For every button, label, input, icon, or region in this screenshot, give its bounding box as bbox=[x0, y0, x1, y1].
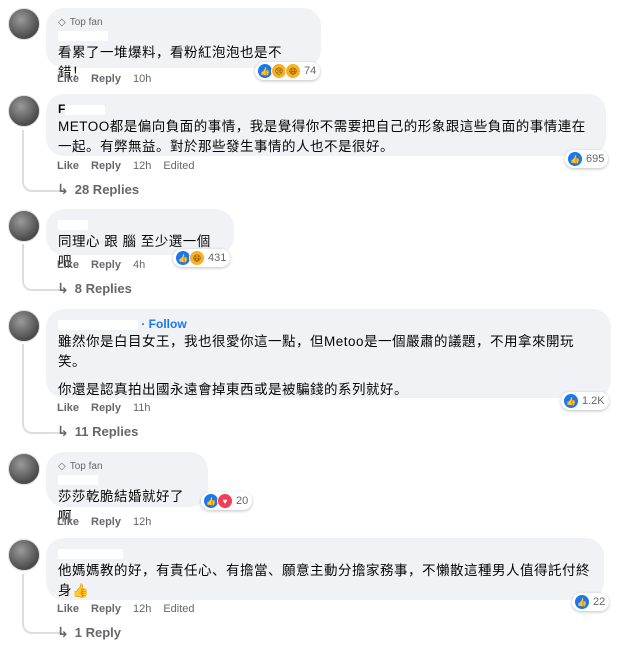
comment-bubble: ◇ Top fan 莎莎乾脆結婚就好了啊 bbox=[46, 452, 208, 524]
avatar[interactable] bbox=[8, 95, 40, 127]
replies-label: 1 Reply bbox=[74, 625, 121, 640]
reaction-count: 695 bbox=[586, 153, 605, 165]
like-icon: 👍 bbox=[563, 393, 579, 409]
thread-line bbox=[22, 244, 62, 291]
comment-text: 他媽媽教的好，有責任心、有擔當、願意主動分擔家務事，不懶散這種男人值得託付終身👍 bbox=[58, 563, 590, 598]
reply-arrow-icon: ↳ bbox=[57, 181, 69, 197]
comment-author[interactable] bbox=[58, 28, 309, 42]
reaction-count: 1.2K bbox=[582, 395, 605, 407]
reaction-summary[interactable]: 👍 22 bbox=[572, 593, 610, 611]
love-icon: ♥ bbox=[217, 493, 233, 509]
comment-actions: Like Reply 11h bbox=[57, 402, 151, 414]
replies-label: 11 Replies bbox=[74, 424, 139, 439]
timestamp[interactable]: 10h bbox=[133, 73, 151, 85]
thread-line bbox=[22, 344, 62, 434]
badge-label: Top fan bbox=[69, 16, 103, 28]
reply-arrow-icon: ↳ bbox=[57, 423, 69, 439]
comment-author[interactable]: · Follow bbox=[58, 317, 599, 331]
reply-button[interactable]: Reply bbox=[91, 259, 121, 271]
timestamp[interactable]: 4h bbox=[133, 259, 145, 271]
reaction-summary[interactable]: 👍 😆 431 bbox=[173, 249, 231, 267]
reply-button[interactable]: Reply bbox=[91, 603, 121, 615]
view-replies-button[interactable]: ↳ 11 Replies bbox=[57, 423, 138, 440]
comment-bubble: · Follow 雖然你是白目女王，我也很愛你這一點，但Metoo是一個嚴肅的議… bbox=[46, 309, 611, 398]
haha-icon: 😆 bbox=[189, 250, 205, 266]
reply-arrow-icon: ↳ bbox=[57, 280, 69, 296]
timestamp[interactable]: 12h bbox=[133, 160, 151, 172]
redacted-name bbox=[58, 319, 138, 330]
reaction-summary[interactable]: 👍 1.2K bbox=[561, 392, 609, 410]
reply-button[interactable]: Reply bbox=[91, 160, 121, 172]
redacted-name bbox=[58, 30, 108, 41]
like-button[interactable]: Like bbox=[57, 73, 79, 85]
comment-actions: Like Reply 12h Edited bbox=[57, 160, 195, 172]
reaction-count: 431 bbox=[208, 252, 227, 264]
comment-bubble: F METOO都是偏向負面的事情，我是覺得你不需要把自己的形象跟這些負面的事情連… bbox=[46, 94, 606, 156]
reaction-count: 74 bbox=[304, 65, 317, 77]
follow-link[interactable]: · Follow bbox=[141, 317, 186, 331]
comment-author[interactable] bbox=[58, 546, 592, 560]
comment-text: METOO都是偏向負面的事情，我是覺得你不需要把自己的形象跟這些負面的事情連在一… bbox=[58, 119, 586, 154]
comment-text: 雖然你是白目女王，我也很愛你這一點，但Metoo是一個嚴肅的議題，不用拿來開玩笑… bbox=[58, 334, 575, 397]
view-replies-button[interactable]: ↳ 28 Replies bbox=[57, 181, 139, 198]
reply-button[interactable]: Reply bbox=[91, 73, 121, 85]
haha-icon: 😆 bbox=[285, 63, 301, 79]
diamond-icon: ◇ bbox=[58, 16, 66, 28]
reaction-summary[interactable]: 👍 😢 😆 74 bbox=[255, 62, 321, 80]
badge-label: Top fan bbox=[69, 460, 103, 472]
top-fan-badge: ◇ Top fan bbox=[58, 16, 309, 28]
thread-line bbox=[22, 130, 62, 192]
avatar[interactable] bbox=[8, 310, 40, 342]
reply-button[interactable]: Reply bbox=[91, 516, 121, 528]
avatar[interactable] bbox=[8, 210, 40, 242]
reaction-summary[interactable]: 👍 ♥ 20 bbox=[201, 492, 253, 510]
thread-line bbox=[22, 574, 62, 634]
edited-label: Edited bbox=[163, 603, 195, 615]
reply-button[interactable]: Reply bbox=[91, 402, 121, 414]
redacted-name bbox=[65, 104, 106, 115]
like-icon: 👍 bbox=[574, 594, 590, 610]
like-icon: 👍 bbox=[567, 151, 583, 167]
replies-label: 8 Replies bbox=[74, 281, 132, 296]
edited-label: Edited bbox=[163, 160, 195, 172]
timestamp[interactable]: 11h bbox=[133, 402, 151, 414]
diamond-icon: ◇ bbox=[58, 460, 66, 472]
comment-author[interactable] bbox=[58, 472, 196, 486]
comment-bubble: ◇ Top fan 看累了一堆爆料，看粉紅泡泡也是不錯！ bbox=[46, 8, 321, 80]
redacted-name bbox=[58, 548, 123, 559]
comment-author[interactable]: F bbox=[58, 102, 594, 116]
top-fan-badge: ◇ Top fan bbox=[58, 460, 196, 472]
reply-arrow-icon: ↳ bbox=[57, 624, 69, 640]
timestamp[interactable]: 12h bbox=[133, 603, 151, 615]
view-replies-button[interactable]: ↳ 1 Reply bbox=[57, 624, 121, 641]
comment-bubble: 他媽媽教的好，有責任心、有擔當、願意主動分擔家務事，不懶散這種男人值得託付終身👍 bbox=[46, 538, 604, 600]
comment-actions: Like Reply 12h Edited bbox=[57, 603, 195, 615]
redacted-name bbox=[58, 474, 98, 485]
comment-actions: Like Reply 12h bbox=[57, 516, 151, 528]
avatar[interactable] bbox=[8, 453, 40, 485]
view-replies-button[interactable]: ↳ 8 Replies bbox=[57, 280, 132, 297]
redacted-name bbox=[58, 219, 88, 230]
comment-actions: Like Reply 4h bbox=[57, 259, 145, 271]
replies-label: 28 Replies bbox=[74, 182, 140, 197]
avatar[interactable] bbox=[8, 539, 40, 571]
reaction-summary[interactable]: 👍 695 bbox=[565, 150, 609, 168]
timestamp[interactable]: 12h bbox=[133, 516, 151, 528]
avatar[interactable] bbox=[8, 8, 40, 40]
reaction-count: 20 bbox=[236, 495, 249, 507]
comment-author[interactable] bbox=[58, 217, 222, 231]
like-button[interactable]: Like bbox=[57, 516, 79, 528]
comment-actions: Like Reply 10h bbox=[57, 73, 151, 85]
reaction-count: 22 bbox=[593, 596, 606, 608]
